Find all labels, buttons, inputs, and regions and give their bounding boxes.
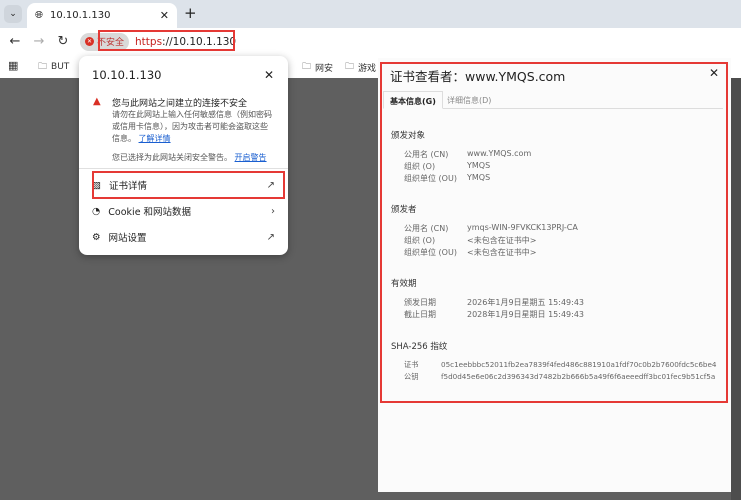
cookies-item[interactable]: ◔ Cookie 和网站数据 › xyxy=(92,201,275,221)
scrollbar[interactable] xyxy=(731,78,741,500)
highlight-url xyxy=(98,30,235,51)
bookmark-folder[interactable]: 🗀 BUT xyxy=(38,59,69,75)
site-info-popup: 10.10.1.130 ✕ ▲ 您与此网站之间建立的连接不安全 请勿在此网站上输… xyxy=(79,56,288,255)
apps-icon[interactable]: ▦ xyxy=(8,59,18,72)
folder-icon: 🗀 xyxy=(345,62,355,72)
divider xyxy=(79,168,288,169)
site-settings-item[interactable]: ⚙ 网站设置 ↗ xyxy=(92,227,275,247)
tab-strip: ⌄ 🌐︎ 10.10.1.130 ✕ + xyxy=(0,0,741,28)
bookmark-folder[interactable]: 🗀 网安 xyxy=(302,59,333,75)
insecure-icon: ✕ xyxy=(85,37,94,46)
tab-search-button[interactable]: ⌄ xyxy=(4,5,22,23)
enable-warnings-link[interactable]: 开启警告 xyxy=(235,153,267,162)
close-tab-icon[interactable]: ✕ xyxy=(160,9,169,22)
highlight-viewer xyxy=(380,62,728,403)
highlight-cert-details xyxy=(92,171,285,199)
learn-more-link[interactable]: 了解详情 xyxy=(139,134,171,143)
globe-icon: 🌐︎ xyxy=(35,10,43,21)
forward-icon[interactable]: → xyxy=(27,34,51,49)
warning-icon: ▲ xyxy=(93,96,101,107)
tab-title: 10.10.1.130 xyxy=(50,10,111,21)
item-label: Cookie 和网站数据 xyxy=(108,207,192,218)
back-icon[interactable]: ← xyxy=(3,34,27,49)
popup-title: 10.10.1.130 xyxy=(92,68,162,82)
bookmark-label: 游戏 xyxy=(358,63,377,74)
chevron-right-icon: › xyxy=(271,205,275,217)
close-icon[interactable]: ✕ xyxy=(264,68,274,82)
bookmark-label: BUT xyxy=(51,62,70,72)
warning-title: 您与此网站之间建立的连接不安全 xyxy=(112,99,248,109)
tab-active[interactable]: 🌐︎ 10.10.1.130 ✕ xyxy=(27,3,177,28)
bookmark-folder[interactable]: 🗀 游戏 xyxy=(345,59,376,75)
item-label: 网站设置 xyxy=(108,233,147,244)
cookie-icon: ◔ xyxy=(92,205,101,217)
gear-icon: ⚙ xyxy=(92,231,101,243)
bookmark-label: 网安 xyxy=(315,63,334,74)
warning-body: 请勿在此网站上输入任何敏感信息（例如密码或信用卡信息），因为攻击者可能会盗取这些… xyxy=(112,109,272,145)
new-tab-button[interactable]: + xyxy=(184,4,197,22)
external-link-icon: ↗ xyxy=(266,231,275,243)
warning-note: 您已选择为此网站关闭安全警告。 开启警告 xyxy=(112,152,267,163)
note-text: 您已选择为此网站关闭安全警告。 xyxy=(112,153,232,162)
reload-icon[interactable]: ↻ xyxy=(51,34,75,49)
folder-icon: 🗀 xyxy=(38,62,48,72)
warning-text: 请勿在此网站上输入任何敏感信息（例如密码或信用卡信息），因为攻击者可能会盗取这些… xyxy=(112,110,272,143)
folder-icon: 🗀 xyxy=(302,62,312,72)
